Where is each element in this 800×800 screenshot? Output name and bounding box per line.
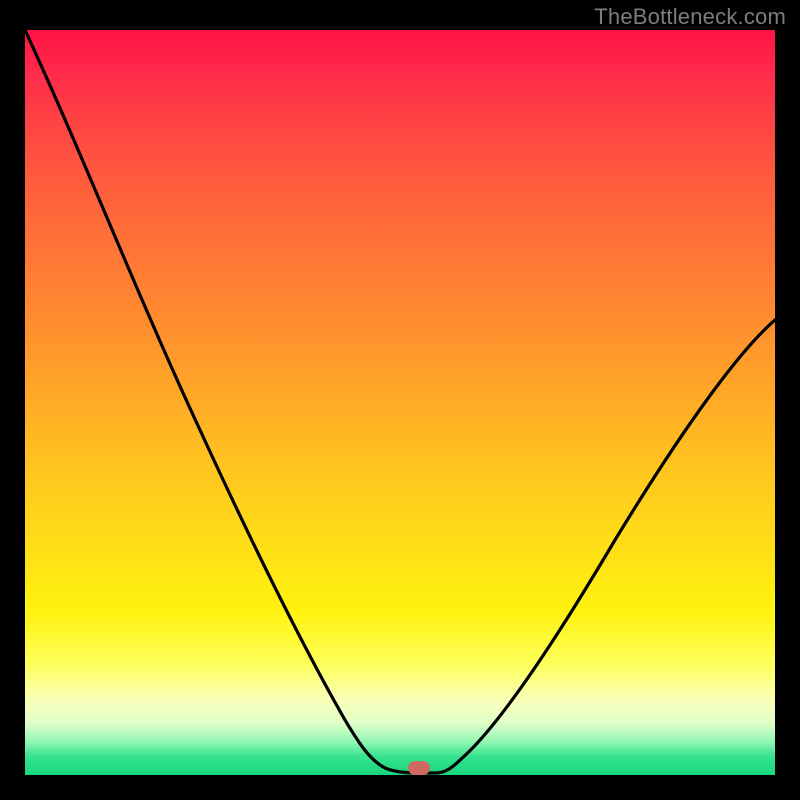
watermark-text: TheBottleneck.com	[594, 4, 786, 30]
chart-frame: TheBottleneck.com	[0, 0, 800, 800]
bottleneck-curve	[25, 30, 775, 775]
curve-path	[25, 30, 775, 773]
plot-area	[25, 30, 775, 775]
optimal-marker	[408, 761, 430, 775]
